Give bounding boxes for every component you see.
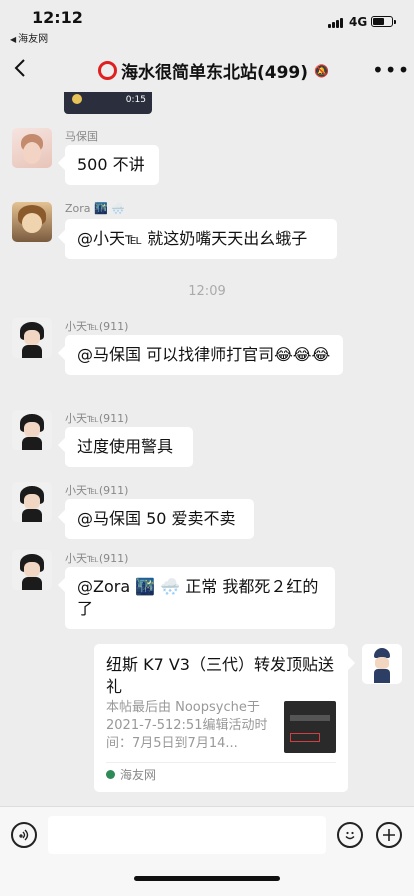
mute-icon: 🔕: [314, 63, 329, 78]
sender-name: 小天℡(911): [65, 412, 129, 425]
signal-icon: [328, 18, 344, 28]
video-message[interactable]: 0:15: [64, 92, 152, 114]
avatar[interactable]: [12, 202, 52, 242]
sender-name: 小天℡(911): [65, 320, 129, 333]
network-type: 4G: [349, 15, 368, 29]
emoji-icon[interactable]: [337, 822, 363, 848]
chat-header: 海水很简单东北站(499) 🔕 •••: [0, 48, 414, 92]
avatar[interactable]: [12, 550, 52, 590]
card-divider: [106, 762, 336, 763]
message-bubble[interactable]: 过度使用警具: [65, 427, 193, 467]
message-input[interactable]: [48, 816, 326, 854]
avatar[interactable]: [12, 410, 52, 450]
sender-name: 小天℡(911): [65, 552, 129, 565]
source-app-icon: [106, 770, 115, 779]
message-bubble[interactable]: @马保国 可以找律师打官司😂😂😂: [65, 335, 343, 375]
group-title: 海水很简单东北站(499) 🔕: [98, 58, 329, 83]
video-duration: 0:15: [125, 95, 146, 105]
message-bubble[interactable]: 500 不讲: [65, 145, 159, 185]
back-to-app-link[interactable]: ◀ 海友网: [10, 30, 48, 45]
avatar[interactable]: [362, 644, 402, 684]
sender-name: 马保国: [65, 130, 98, 143]
message-bubble[interactable]: @小天℡ 就这奶嘴天天出幺蛾子: [65, 219, 337, 259]
avatar[interactable]: [12, 128, 52, 168]
chat-area[interactable]: 0:15 马保国 500 不讲 Zora 🌃 🌨️ @小天℡ 就这奶嘴天天出幺蛾…: [0, 92, 414, 806]
voice-icon[interactable]: [11, 822, 37, 848]
card-thumbnail: [284, 701, 336, 753]
card-description: 本帖最后由 Noopsyche于 2021-7-512:51编辑活动时间：7月5…: [106, 700, 268, 751]
sender-name: 小天℡(911): [65, 484, 129, 497]
group-ring-icon: [98, 61, 117, 80]
battery-icon: [371, 16, 396, 27]
back-app-label: 海友网: [18, 34, 49, 45]
card-source: 海友网: [106, 766, 156, 783]
chevron-left-icon[interactable]: [14, 58, 26, 83]
home-indicator[interactable]: [134, 876, 280, 881]
status-time: 12:12: [32, 8, 83, 27]
more-icon[interactable]: •••: [372, 58, 410, 82]
input-bar: [0, 806, 414, 896]
sender-name: Zora 🌃 🌨️: [65, 202, 125, 215]
back-triangle-icon: ◀: [10, 35, 17, 44]
plus-icon[interactable]: [376, 822, 402, 848]
video-thumbnail-moon: [72, 94, 82, 104]
card-source-label: 海友网: [120, 768, 157, 782]
time-divider: 12:09: [188, 284, 226, 299]
group-title-text: 海水很简单东北站(499): [121, 63, 309, 83]
avatar[interactable]: [12, 482, 52, 522]
link-card[interactable]: 纽斯 K7 V3（三代）转发顶贴送礼 本帖最后由 Noopsyche于 2021…: [94, 644, 348, 792]
message-bubble[interactable]: @马保国 50 爱卖不卖: [65, 499, 254, 539]
message-bubble[interactable]: @Zora 🌃 🌨️ 正常 我都死２红的了: [65, 567, 335, 629]
status-bar: 12:12 ◀ 海友网 4G: [0, 0, 414, 48]
card-title: 纽斯 K7 V3（三代）转发顶贴送礼: [106, 655, 334, 696]
avatar[interactable]: [12, 318, 52, 358]
